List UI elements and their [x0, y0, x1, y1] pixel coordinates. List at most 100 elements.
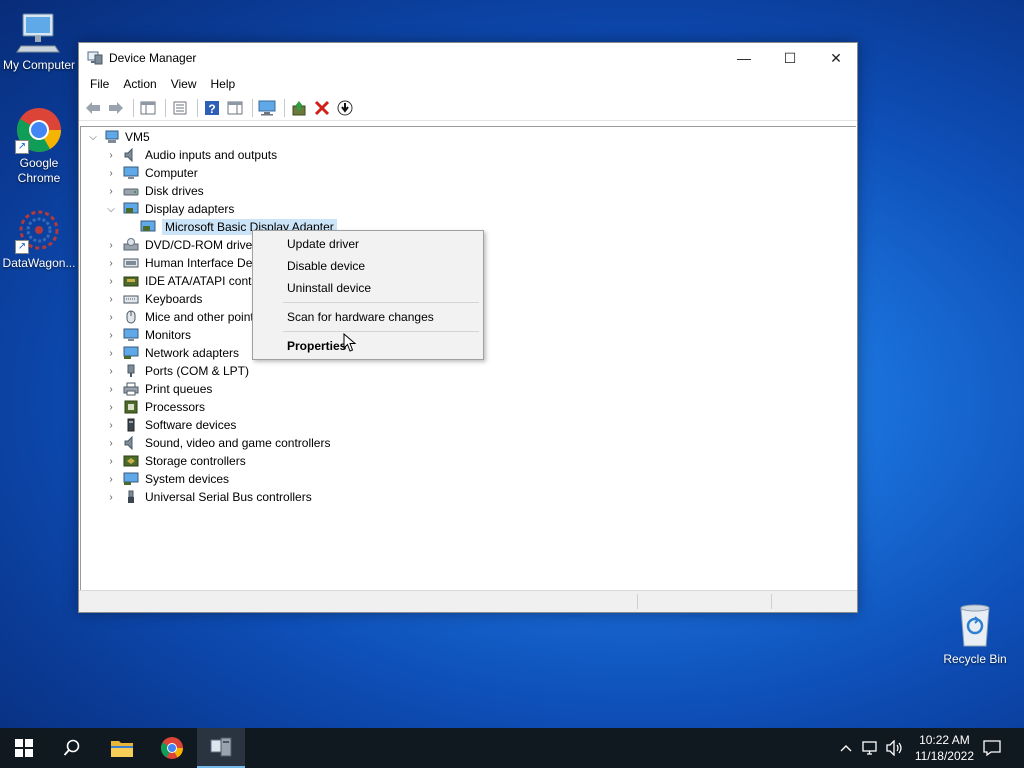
display-adapter-icon [123, 202, 139, 216]
tree-item-label: Audio inputs and outputs [145, 148, 278, 162]
computer-icon [15, 8, 63, 56]
maximize-button[interactable]: ☐ [767, 43, 813, 73]
tree-item[interactable]: › Processors [105, 398, 205, 416]
menu-view[interactable]: View [164, 77, 204, 91]
chevron-right-icon[interactable]: › [105, 236, 117, 254]
menu-help[interactable]: Help [204, 77, 243, 91]
desktop-icon-datawagon[interactable]: ↗ DataWagon... [0, 206, 78, 271]
tree-item[interactable]: › IDE ATA/ATAPI contro [105, 272, 262, 290]
tree-item[interactable]: › DVD/CD-ROM drives [105, 236, 258, 254]
tree-item[interactable]: ⌵ Display adapters [105, 200, 234, 218]
clock[interactable]: 10:22 AM 11/18/2022 [915, 732, 974, 764]
file-explorer-button[interactable] [98, 728, 146, 768]
action-pane-icon[interactable] [225, 98, 245, 118]
windows-logo-icon [15, 739, 33, 757]
search-button[interactable] [48, 728, 96, 768]
computer-icon [123, 166, 139, 180]
tree-item[interactable]: › Sound, video and game controllers [105, 434, 330, 452]
chevron-right-icon[interactable]: › [105, 272, 117, 290]
forward-icon[interactable] [106, 98, 126, 118]
chevron-right-icon[interactable]: › [105, 164, 117, 182]
chevron-right-icon[interactable]: › [105, 362, 117, 380]
chevron-right-icon[interactable]: › [105, 326, 117, 344]
show-hidden-icons-button[interactable] [836, 728, 856, 768]
tree-item[interactable]: › Computer [105, 164, 197, 182]
desktop-icon-google-chrome[interactable]: ↗ Google Chrome [0, 106, 78, 186]
network-adapter-icon [123, 346, 139, 360]
chevron-down-icon[interactable]: ⌵ [105, 200, 117, 218]
tree-item-label: System devices [145, 472, 230, 486]
menu-item-properties[interactable]: Properties [287, 339, 346, 353]
menu-item-uninstall-device[interactable]: Uninstall device [287, 281, 371, 295]
tree-item[interactable]: › Storage controllers [105, 452, 245, 470]
tree-root[interactable]: ⌵ VM5 [87, 128, 150, 146]
tree-item[interactable]: › Monitors [105, 326, 191, 344]
speaker-icon [123, 147, 139, 163]
chevron-right-icon[interactable]: › [105, 290, 117, 308]
desktop-icon-label: Google Chrome [17, 156, 61, 185]
tree-item[interactable]: › Network adapters [105, 344, 239, 362]
tree-item[interactable]: › Universal Serial Bus controllers [105, 488, 311, 506]
tree-item[interactable]: › Human Interface Dev [105, 254, 258, 272]
device-manager-taskbar-button[interactable] [197, 728, 245, 768]
chevron-right-icon[interactable]: › [105, 254, 117, 272]
chevron-right-icon[interactable]: › [105, 380, 117, 398]
start-button[interactable] [0, 728, 48, 768]
desktop-icon-recycle-bin[interactable]: Recycle Bin [936, 602, 1014, 667]
menu-action[interactable]: Action [116, 77, 163, 91]
menu-item-scan-hardware[interactable]: Scan for hardware changes [287, 310, 434, 324]
download-icon[interactable] [335, 98, 355, 118]
help-icon[interactable]: ? [202, 98, 222, 118]
tree-item[interactable]: › Mice and other point [105, 308, 253, 326]
status-bar [79, 590, 857, 612]
chevron-right-icon[interactable]: › [105, 470, 117, 488]
tree-item[interactable]: › Ports (COM & LPT) [105, 362, 249, 380]
chevron-up-icon [840, 745, 852, 752]
menu-item-disable-device[interactable]: Disable device [287, 259, 365, 273]
action-center-button[interactable] [976, 728, 1008, 768]
menu-file[interactable]: File [83, 77, 116, 91]
update-driver-icon[interactable] [289, 98, 309, 118]
chevron-right-icon[interactable]: › [105, 434, 117, 452]
taskbar: 10:22 AM 11/18/2022 [0, 728, 1024, 768]
chevron-down-icon[interactable]: ⌵ [87, 128, 99, 146]
chevron-right-icon[interactable]: › [105, 488, 117, 506]
recycle-bin-icon [951, 602, 999, 650]
device-manager-icon [210, 737, 232, 757]
chevron-right-icon[interactable]: › [105, 146, 117, 164]
tree-item-label: Processors [145, 400, 206, 414]
tree-item[interactable]: › Software devices [105, 416, 236, 434]
chevron-right-icon[interactable]: › [105, 344, 117, 362]
usb-icon [123, 490, 139, 504]
minimize-button[interactable]: — [721, 43, 767, 73]
title-bar[interactable]: Device Manager — ☐ ✕ [79, 43, 857, 73]
chevron-right-icon[interactable]: › [105, 452, 117, 470]
chevron-right-icon[interactable]: › [105, 182, 117, 200]
menu-item-update-driver[interactable]: Update driver [287, 237, 359, 251]
tree-root-label: VM5 [125, 130, 150, 144]
chevron-right-icon[interactable]: › [105, 416, 117, 434]
uninstall-icon[interactable] [312, 98, 332, 118]
context-menu: Update driver Disable device Uninstall d… [252, 230, 484, 360]
monitor-icon[interactable] [257, 98, 277, 118]
desktop-icon-my-computer[interactable]: My Computer [0, 8, 78, 73]
close-button[interactable]: ✕ [813, 43, 859, 73]
back-icon[interactable] [83, 98, 103, 118]
properties-icon[interactable] [170, 98, 190, 118]
tree-item[interactable]: › Disk drives [105, 182, 203, 200]
tree-item[interactable]: › Print queues [105, 380, 212, 398]
tree-item-label: Print queues [145, 382, 213, 396]
tree-item[interactable]: › Keyboards [105, 290, 202, 308]
chevron-right-icon[interactable]: › [105, 398, 117, 416]
network-button[interactable] [860, 728, 882, 768]
software-device-icon [123, 418, 139, 432]
chevron-right-icon[interactable]: › [105, 308, 117, 326]
status-bar-divider [771, 594, 772, 609]
chrome-taskbar-button[interactable] [148, 728, 196, 768]
show-hide-console-tree-icon[interactable] [138, 98, 158, 118]
toolbar-separator [197, 98, 198, 117]
tree-item-label: Human Interface Dev [145, 256, 259, 270]
volume-button[interactable] [884, 728, 906, 768]
tree-item[interactable]: › System devices [105, 470, 229, 488]
tree-item[interactable]: › Audio inputs and outputs [105, 146, 277, 164]
